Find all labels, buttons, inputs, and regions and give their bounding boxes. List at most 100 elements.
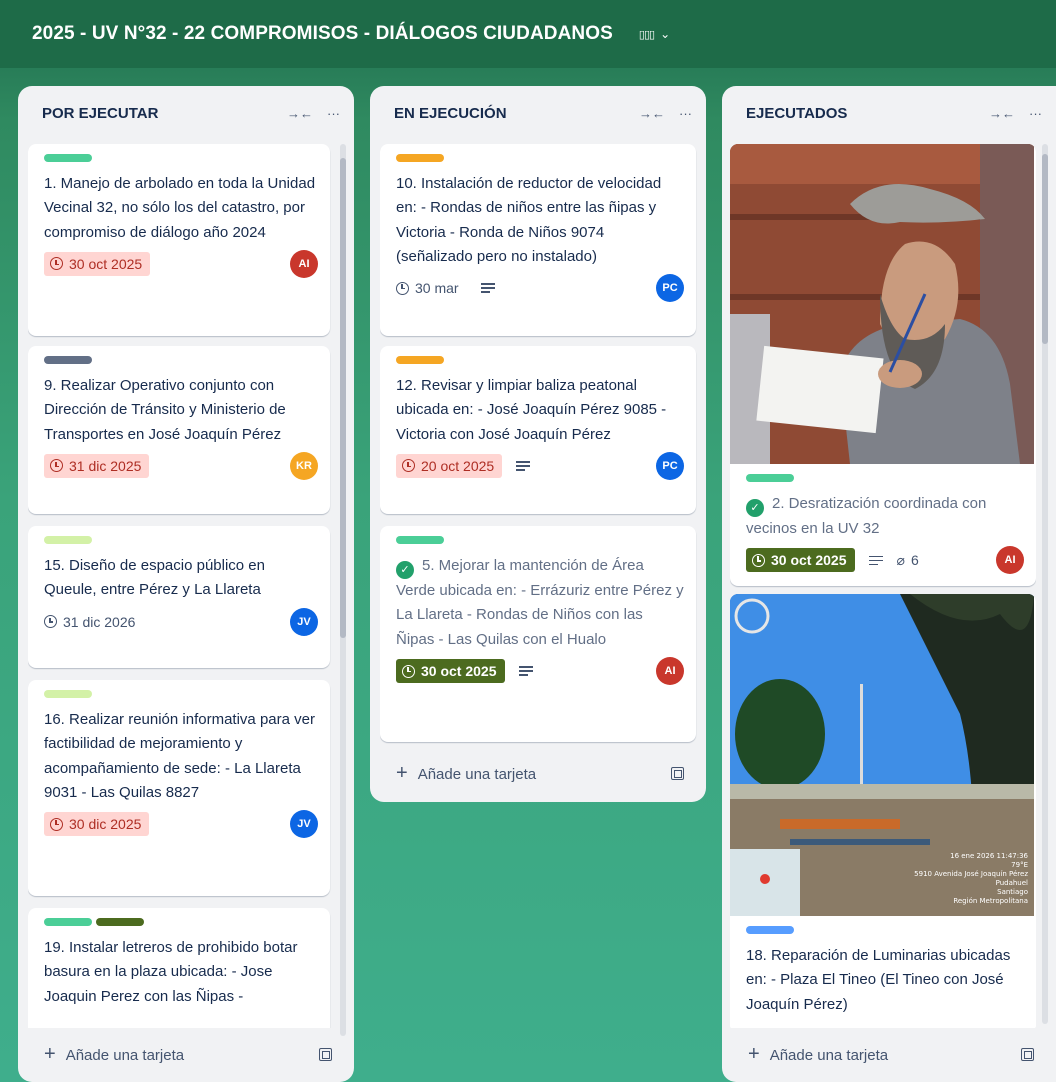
due-date-badge[interactable]: 31 dic 2025 (44, 453, 150, 478)
clock-icon (402, 664, 415, 678)
due-date-badge[interactable]: 30 oct 2025 (746, 548, 855, 573)
card-title: 2. Desratización coordinada con vecinos … (746, 495, 987, 538)
card[interactable]: 10. Instalación de reductor de velocidad… (380, 144, 696, 336)
board-title[interactable]: 2025 - UV N°32 - 22 COMPROMISOS - DIÁLOG… (32, 23, 613, 45)
more-options-icon[interactable]: ··· (1029, 106, 1042, 121)
card[interactable]: 9. Realizar Operativo conjunto con Direc… (28, 346, 330, 514)
due-date-badge[interactable]: 30 dic 2025 (44, 812, 150, 837)
card-cover-image: 16 ene 2026 11:47:36 79°E 5910 Avenida J… (730, 594, 1036, 916)
chevron-down-icon: ⌄ (660, 27, 671, 41)
description-icon (480, 281, 495, 296)
more-options-icon[interactable]: ··· (327, 106, 340, 121)
add-card-button[interactable]: + Añade una tarjeta (382, 753, 694, 793)
view-switcher-button[interactable]: ▯▯▯ ⌄ (639, 27, 670, 41)
list-header: EN EJECUCIÓN →← ··· (370, 86, 706, 140)
avatar[interactable]: AI (656, 657, 684, 686)
photo-city: Santiago (997, 888, 1028, 896)
label-gray (44, 356, 92, 364)
more-options-icon[interactable]: ··· (679, 106, 692, 121)
clock-icon (402, 459, 415, 473)
card[interactable]: 16 ene 2026 11:47:36 79°E 5910 Avenida J… (730, 594, 1036, 1028)
due-date-badge[interactable]: 20 oct 2025 (396, 453, 503, 478)
photo-man-writing (730, 144, 1034, 464)
list-ejecutados: EJECUTADOS →← ··· ✓ 2. Desratización coo… (722, 86, 1056, 1082)
plus-icon: + (44, 1042, 56, 1065)
card-title: 1. Manejo de arbolado en toda la Unidad … (44, 175, 316, 241)
avatar[interactable]: JV (290, 607, 318, 636)
add-card-button[interactable]: + Añade una tarjeta (30, 1034, 342, 1074)
table-view-icon: ▯▯▯ (638, 28, 655, 41)
clock-icon (752, 553, 765, 567)
collapse-list-icon[interactable]: →← (639, 106, 665, 121)
template-icon[interactable] (319, 1047, 332, 1061)
label-lime (44, 536, 92, 544)
complete-check-icon: ✓ (746, 499, 764, 518)
photo-timestamp: 16 ene 2026 11:47:36 (950, 852, 1028, 860)
label-olive (96, 918, 144, 926)
due-date-badge[interactable]: 30 oct 2025 (396, 659, 505, 684)
description-icon (518, 664, 533, 679)
avatar[interactable]: JV (290, 810, 318, 839)
avatar[interactable]: AI (290, 249, 318, 278)
avatar[interactable]: KR (290, 451, 318, 480)
card[interactable]: 16. Realizar reunión informativa para ve… (28, 680, 330, 896)
board-header: 2025 - UV N°32 - 22 COMPROMISOS - DIÁLOG… (0, 0, 1056, 68)
clock-icon (44, 615, 57, 629)
attachment-count: ⌀ 6 (896, 551, 919, 569)
clock-icon (50, 817, 63, 831)
label-green (44, 154, 92, 162)
clock-icon (396, 281, 409, 295)
card[interactable]: 15. Diseño de espacio público en Queule,… (28, 526, 330, 668)
clock-icon (50, 257, 63, 271)
list-title[interactable]: EN EJECUCIÓN (394, 105, 507, 122)
card-title: 12. Revisar y limpiar baliza peatonal ub… (396, 377, 667, 443)
plus-icon: + (748, 1042, 760, 1065)
card-title: 9. Realizar Operativo conjunto con Direc… (44, 377, 286, 443)
collapse-list-icon[interactable]: →← (287, 106, 313, 121)
avatar[interactable]: PC (656, 451, 684, 480)
photo-address: 5910 Avenida José Joaquín Pérez (914, 870, 1028, 878)
label-orange (396, 356, 444, 364)
avatar[interactable]: PC (656, 274, 684, 303)
card[interactable]: 1. Manejo de arbolado en toda la Unidad … (28, 144, 330, 336)
list-title[interactable]: POR EJECUTAR (42, 105, 158, 122)
photo-plaza: 16 ene 2026 11:47:36 79°E 5910 Avenida J… (730, 594, 1034, 916)
avatar[interactable]: AI (996, 546, 1024, 575)
clock-icon (50, 459, 63, 473)
add-card-button[interactable]: + Añade una tarjeta (734, 1034, 1044, 1074)
card[interactable]: ✓ 5. Mejorar la mantención de Área Verde … (380, 526, 696, 742)
due-date-badge[interactable]: 31 dic 2026 (44, 610, 143, 634)
label-green (44, 918, 92, 926)
list-title[interactable]: EJECUTADOS (746, 105, 847, 122)
collapse-list-icon[interactable]: →← (989, 106, 1015, 121)
template-icon[interactable] (671, 766, 684, 780)
photo-region: Región Metropolitana (953, 897, 1028, 905)
list-header: POR EJECUTAR →← ··· (18, 86, 354, 140)
card[interactable]: 19. Instalar letreros de prohibido botar… (28, 908, 330, 1028)
card-title: 18. Reparación de Luminarias ubicadas en… (746, 947, 1011, 1013)
paperclip-icon: ⌀ (896, 551, 905, 568)
label-lime (44, 690, 92, 698)
list-scrollbar[interactable] (340, 144, 346, 1036)
label-blue (746, 926, 794, 934)
list-scrollbar[interactable] (1042, 144, 1048, 1024)
card-title: 10. Instalación de reductor de velocidad… (396, 175, 662, 265)
label-green (396, 536, 444, 544)
card[interactable]: ✓ 2. Desratización coordinada con vecinos… (730, 144, 1036, 586)
label-green (746, 474, 794, 482)
complete-check-icon: ✓ (396, 561, 414, 580)
due-date-badge[interactable]: 30 mar (396, 276, 467, 300)
due-date-badge[interactable]: 30 oct 2025 (44, 251, 151, 276)
label-orange (396, 154, 444, 162)
card[interactable]: 12. Revisar y limpiar baliza peatonal ub… (380, 346, 696, 514)
list-por-ejecutar: POR EJECUTAR →← ··· 1. Manejo de arbolad… (18, 86, 354, 1082)
description-icon (868, 553, 883, 568)
list-header: EJECUTADOS →← ··· (722, 86, 1056, 140)
description-icon (516, 459, 531, 474)
card-title: 19. Instalar letreros de prohibido botar… (44, 939, 298, 1005)
list-en-ejecucion: EN EJECUCIÓN →← ··· 10. Instalación de r… (370, 86, 706, 802)
card-title: 15. Diseño de espacio público en Queule,… (44, 557, 265, 599)
photo-commune: Pudahuel (996, 879, 1028, 887)
template-icon[interactable] (1021, 1047, 1034, 1061)
card-cover-image (730, 144, 1036, 464)
